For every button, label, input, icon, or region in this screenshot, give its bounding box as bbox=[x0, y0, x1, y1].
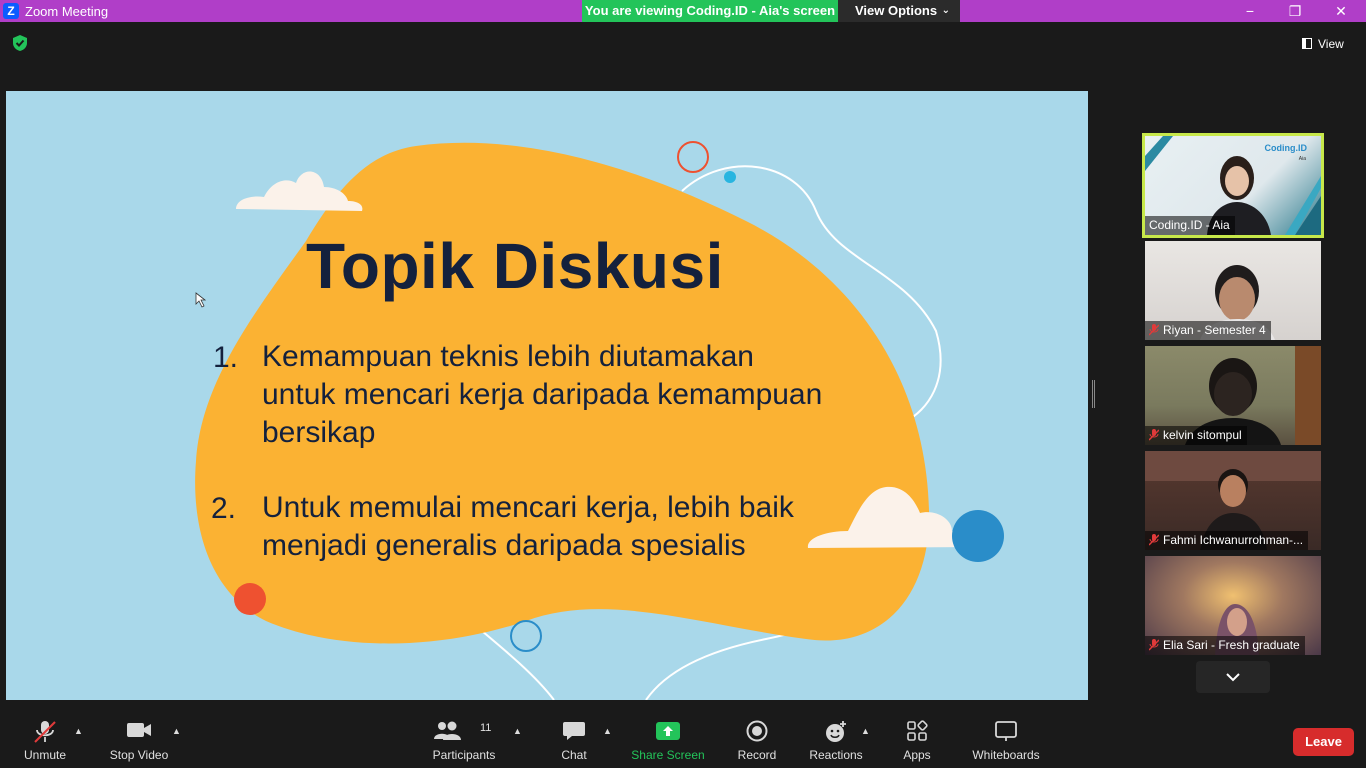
reactions-options-caret-icon[interactable]: ▲ bbox=[861, 726, 870, 736]
slide-title: Topik Diskusi bbox=[306, 230, 724, 302]
shared-screen: Topik Diskusi 1. Kemampuan teknis lebih … bbox=[6, 91, 1088, 700]
window-title: Zoom Meeting bbox=[25, 4, 109, 19]
participant-tile[interactable]: Riyan - Semester 4 bbox=[1145, 241, 1321, 340]
share-screen-label: Share Screen bbox=[631, 748, 705, 762]
slide-item-2: Untuk memulai mencari kerja, lebih baik … bbox=[262, 489, 794, 565]
video-camera-icon bbox=[127, 723, 151, 737]
participant-tile-active-speaker[interactable]: Coding.ID Aia Coding.ID - Aia bbox=[1142, 133, 1324, 238]
whiteboards-button[interactable]: Whiteboards bbox=[966, 700, 1046, 768]
leave-button[interactable]: Leave bbox=[1293, 728, 1354, 756]
view-options-button[interactable]: View Options ⌄ bbox=[838, 0, 960, 22]
viewing-banner: You are viewing Coding.ID - Aia's screen bbox=[582, 0, 838, 22]
apps-icon bbox=[907, 720, 928, 741]
slide-item-line: menjadi generalis daripada spesialis bbox=[262, 529, 746, 562]
view-label: View bbox=[1318, 37, 1344, 51]
reactions-label: Reactions bbox=[809, 748, 863, 762]
participants-icon bbox=[434, 721, 462, 740]
muted-mic-icon bbox=[1149, 429, 1159, 441]
participants-count: 11 bbox=[480, 722, 492, 734]
meeting-top-bar: View bbox=[0, 22, 1366, 68]
record-icon bbox=[746, 720, 768, 742]
slide-item-line: bersikap bbox=[262, 416, 376, 449]
participant-name: Coding.ID - Aia bbox=[1145, 216, 1235, 235]
coding-id-logo-sub: Aia bbox=[1298, 156, 1306, 162]
record-label: Record bbox=[737, 748, 777, 762]
view-options-label: View Options bbox=[855, 3, 938, 18]
muted-mic-icon bbox=[1149, 534, 1159, 546]
participant-name: Elia Sari - Fresh graduate bbox=[1145, 636, 1305, 655]
restore-button[interactable]: ❐ bbox=[1272, 0, 1318, 22]
muted-mic-icon bbox=[34, 721, 56, 743]
share-screen-icon bbox=[656, 722, 680, 740]
apps-label: Apps bbox=[903, 748, 931, 762]
chevron-down-icon bbox=[1226, 673, 1240, 682]
slide-item-number: 2. bbox=[211, 492, 237, 525]
whiteboards-label: Whiteboards bbox=[972, 748, 1040, 762]
record-button[interactable]: Record bbox=[732, 700, 782, 768]
view-layout-icon bbox=[1302, 38, 1312, 49]
video-options-caret-icon[interactable]: ▲ bbox=[172, 726, 181, 736]
view-button[interactable]: View bbox=[1302, 33, 1362, 55]
whiteboard-icon bbox=[995, 721, 1017, 741]
chat-options-caret-icon[interactable]: ▲ bbox=[603, 726, 612, 736]
apps-button[interactable]: Apps bbox=[896, 700, 938, 768]
participant-name: Fahmi Ichwanurrohman-... bbox=[1145, 531, 1309, 550]
slide-item-1: Kemampuan teknis lebih diutamakan untuk … bbox=[262, 338, 822, 452]
muted-mic-icon bbox=[1149, 639, 1159, 651]
security-shield-icon[interactable] bbox=[12, 34, 28, 52]
stop-video-label: Stop Video bbox=[109, 748, 169, 762]
coding-id-logo: Coding.ID bbox=[1264, 143, 1308, 153]
chat-label: Chat bbox=[561, 748, 587, 762]
reactions-button[interactable]: Reactions bbox=[806, 700, 866, 768]
chevron-down-icon: ⌄ bbox=[941, 5, 950, 16]
participants-options-caret-icon[interactable]: ▲ bbox=[513, 726, 522, 736]
unmute-label: Unmute bbox=[23, 748, 67, 762]
participant-tile[interactable]: Elia Sari - Fresh graduate bbox=[1145, 556, 1321, 655]
participant-name: kelvin sitompul bbox=[1145, 426, 1247, 445]
chat-button[interactable]: Chat bbox=[548, 700, 600, 768]
slide-item-line: Untuk memulai mencari kerja, lebih baik bbox=[262, 491, 794, 524]
audio-options-caret-icon[interactable]: ▲ bbox=[74, 726, 83, 736]
minimize-button[interactable]: − bbox=[1227, 0, 1273, 22]
participants-button[interactable]: 11 Participants bbox=[430, 700, 498, 768]
participant-tile[interactable]: kelvin sitompul bbox=[1145, 346, 1321, 445]
slide-item-line: untuk mencari kerja daripada kemampuan bbox=[262, 378, 823, 411]
close-button[interactable]: ✕ bbox=[1318, 0, 1364, 22]
unmute-button[interactable]: Unmute bbox=[14, 700, 76, 768]
participant-tile[interactable]: Fahmi Ichwanurrohman-... bbox=[1145, 451, 1321, 550]
slide-item-line: Kemampuan teknis lebih diutamakan bbox=[262, 340, 754, 373]
meeting-toolbar: Unmute ▲ Stop Video ▲ 11 Participants ▲ … bbox=[0, 700, 1366, 768]
show-more-participants-button[interactable] bbox=[1196, 661, 1270, 693]
muted-mic-icon bbox=[1149, 324, 1159, 336]
smiley-icon bbox=[826, 721, 846, 742]
chat-icon bbox=[563, 722, 585, 740]
stop-video-button[interactable]: Stop Video bbox=[104, 700, 174, 768]
panel-splitter-handle[interactable] bbox=[1092, 380, 1095, 408]
slide-item-number: 1. bbox=[213, 341, 239, 374]
title-bar: Z Zoom Meeting You are viewing Coding.ID… bbox=[0, 0, 1366, 22]
participants-label: Participants bbox=[432, 748, 496, 762]
share-screen-button[interactable]: Share Screen bbox=[630, 700, 706, 768]
zoom-logo-icon: Z bbox=[3, 3, 19, 19]
participant-name: Riyan - Semester 4 bbox=[1145, 321, 1271, 340]
